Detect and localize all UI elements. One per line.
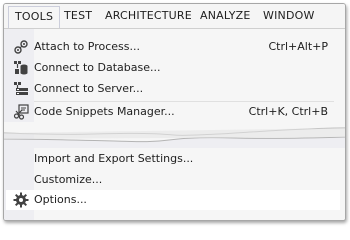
menu-item-label: Connect to Database...: [34, 61, 161, 74]
menu-item-label: Connect to Server...: [34, 82, 144, 95]
connect-database-icon: [13, 60, 29, 76]
menu-window[interactable]: WINDOW: [263, 4, 315, 27]
menu-item-shortcut: Ctrl+K, Ctrl+B: [248, 105, 328, 118]
menu-item-code-snippets-manager[interactable]: Code Snippets Manager... Ctrl+K, Ctrl+B: [6, 102, 336, 122]
menu-item-connect-to-database[interactable]: Connect to Database...: [6, 58, 336, 78]
menu-bar: TOOLS TEST ARCHITECTURE ANALYZE WINDOW: [4, 4, 345, 29]
menu-item-label: Customize...: [34, 173, 103, 186]
menu-item-customize[interactable]: Customize...: [6, 170, 336, 190]
menu-test[interactable]: TEST: [64, 4, 92, 27]
gear-icon: [13, 192, 29, 208]
menu-item-options[interactable]: Options...: [6, 190, 340, 210]
menu-item-attach-to-process[interactable]: Attach to Process... Ctrl+Alt+P: [6, 37, 336, 57]
menu-item-connect-to-server[interactable]: Connect to Server...: [6, 79, 336, 99]
connect-server-icon: [13, 81, 29, 97]
menu-item-label: Import and Export Settings...: [34, 152, 194, 165]
menu-item-label: Attach to Process...: [34, 40, 140, 53]
menu-item-shortcut: Ctrl+Alt+P: [268, 40, 328, 53]
code-snippets-icon: [13, 104, 29, 120]
menu-analyze[interactable]: ANALYZE: [200, 4, 251, 27]
tools-dropdown-menu: Attach to Process... Ctrl+Alt+P Connect …: [4, 29, 345, 220]
menu-screenshot-frame: TOOLS TEST ARCHITECTURE ANALYZE WINDOW A…: [3, 3, 346, 221]
attach-process-icon: [13, 39, 29, 55]
menu-item-label: Code Snippets Manager...: [34, 105, 175, 118]
menu-item-import-export-settings[interactable]: Import and Export Settings...: [6, 149, 336, 169]
menu-item-label: Options...: [34, 193, 87, 206]
menu-tools[interactable]: TOOLS: [8, 6, 61, 28]
torn-edge-divider: [4, 122, 345, 148]
menu-architecture[interactable]: ARCHITECTURE: [105, 4, 192, 27]
